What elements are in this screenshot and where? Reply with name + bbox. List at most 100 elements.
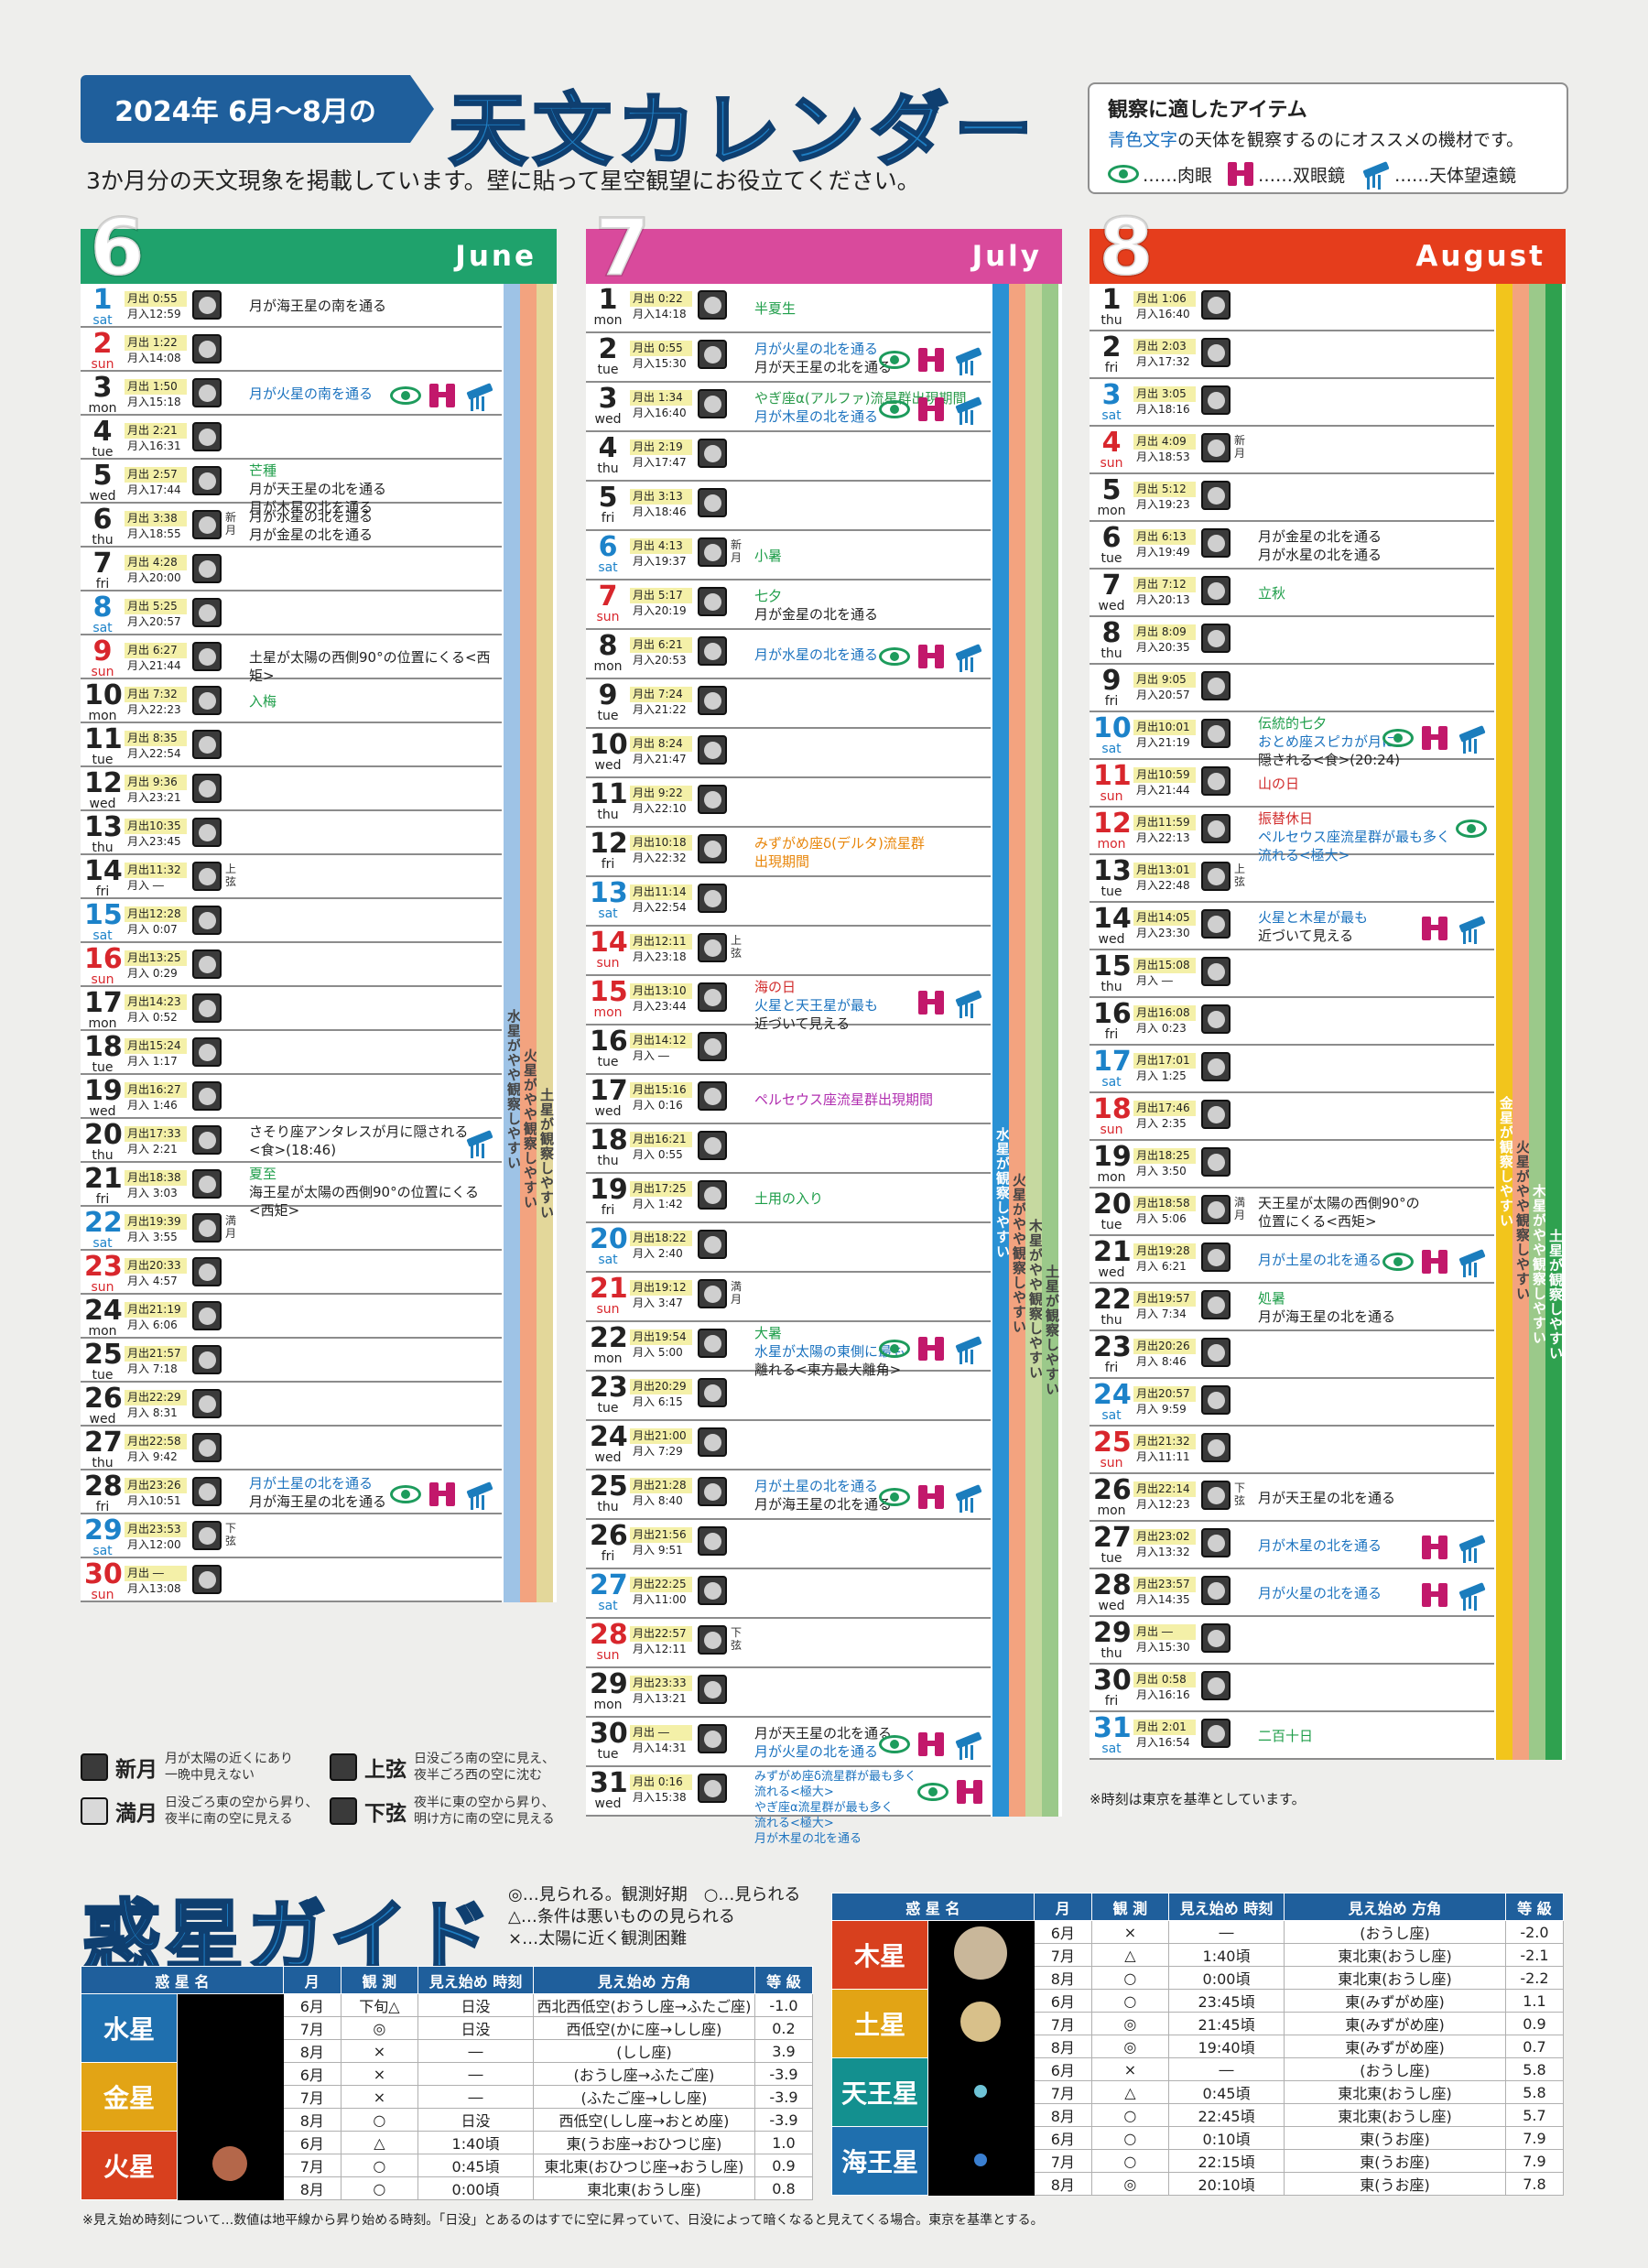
moon-phase-icon	[698, 686, 727, 715]
moon-phase-icon	[698, 982, 727, 1012]
day-weekday: tue	[1100, 884, 1122, 899]
moon-phase-label: 満月	[225, 1214, 237, 1240]
moon-times: 月出18:38 月入 3:03	[125, 1170, 187, 1201]
visibility-bar	[520, 284, 537, 1602]
day-row: 31 sat 月出 2:01 月入16:54 二百十日	[1090, 1712, 1494, 1760]
moon-phase-label: 満月	[731, 1280, 743, 1306]
day-date: 6 sat	[590, 533, 626, 574]
planet-cell: 東北東(おうし座)	[1284, 2080, 1506, 2104]
planet-image	[177, 2062, 284, 2132]
moon-times: 月出16:21 月入 0:55	[630, 1132, 692, 1163]
day-number: 9	[92, 635, 113, 667]
day-number: 26	[1093, 1474, 1132, 1506]
day-row: 28 wed 月出23:57 月入14:35 月が火星の北を通る	[1090, 1569, 1494, 1617]
day-row: 21 fri 月出18:38 月入 3:03 夏至 海王星が太陽の西側90°の位置にくる <…	[81, 1163, 502, 1219]
moon-phase-icon	[192, 642, 222, 671]
day-date: 25 tue	[84, 1340, 123, 1382]
event-line: やぎ座α流星群が最も多く	[754, 1801, 894, 1815]
planet-cell: ○	[340, 2176, 418, 2200]
moon-phase-icon	[1201, 624, 1231, 653]
day-date: 18 sun	[1093, 1095, 1132, 1136]
moonrise-time: 月出 5:17	[630, 588, 692, 603]
moon-phase-icon	[698, 1180, 727, 1210]
day-date: 7 wed	[1093, 571, 1130, 613]
planet-cell: 0:00頃	[417, 2176, 535, 2200]
moon-times: 月出21:56 月入 9:51	[630, 1527, 692, 1558]
day-events: みずがめ座δ(デルタ)流星群 出現期間	[754, 834, 925, 871]
eye-icon	[390, 1485, 421, 1503]
moonrise-time: 月出 5:25	[125, 599, 187, 614]
day-weekday: sat	[92, 1544, 113, 1558]
moonrise-time: 月出20:57	[1133, 1386, 1196, 1402]
moon-times: 月出 8:09 月入20:35	[1133, 624, 1196, 656]
day-events: 月が金星の北を通る 月が水星の北を通る	[1258, 527, 1382, 564]
moon-times: 月出13:01 月入22:48	[1133, 863, 1196, 894]
day-weekday: sat	[1101, 1075, 1122, 1090]
moon-phase-icon	[1201, 1147, 1231, 1177]
binoculars-icon	[917, 397, 945, 421]
day-row: 30 tue 月出 ― 月入14:31 月が天王星の北を通る 月が火星の北を通る	[586, 1718, 991, 1767]
planet-cell: -3.9	[754, 2062, 814, 2086]
moonrise-time: 月出15:08	[1133, 958, 1196, 973]
moonset-time: 月入 5:06	[1136, 1212, 1187, 1225]
day-weekday: wed	[594, 1104, 622, 1119]
day-date: 11 sun	[1093, 762, 1132, 803]
day-weekday: wed	[1098, 932, 1125, 947]
moonset-time: 月入23:18	[633, 950, 687, 963]
moon-times: 月出19:12 月入 3:47	[630, 1280, 692, 1311]
day-number: 4	[598, 432, 618, 464]
day-date: 2 tue	[590, 335, 626, 376]
moonrise-time: 月出 3:38	[125, 511, 187, 526]
planet-cell: 日没	[417, 2016, 535, 2040]
day-number: 26	[590, 1520, 628, 1552]
equipment-icons	[1421, 1534, 1487, 1561]
day-date: 13 sat	[590, 879, 628, 920]
moon-phase-icon	[698, 1279, 727, 1308]
telescope-icon	[952, 346, 983, 374]
moon-phase-icon	[1201, 481, 1231, 510]
day-weekday: thu	[92, 841, 114, 855]
day-date: 9 tue	[590, 681, 626, 722]
legend-first-quarter-label: 上弦	[364, 1758, 407, 1782]
planet-row: 土星 6月 ○ 23:45頃 東(みずがめ座) 1.1	[830, 1989, 1565, 2058]
day-date: 1 mon	[590, 286, 626, 327]
day-date: 15 mon	[590, 978, 628, 1019]
moon-times: 月出 5:12 月入19:23	[1133, 482, 1196, 513]
moonrise-time: 月出 1:22	[125, 335, 187, 351]
moon-phase-label: 上弦	[731, 934, 743, 960]
day-date: 26 wed	[84, 1384, 123, 1426]
day-date: 19 wed	[84, 1077, 123, 1118]
day-date: 21 fri	[84, 1165, 123, 1206]
legend-last-quarter-label: 下弦	[364, 1802, 407, 1826]
moon-phase-icon	[1201, 957, 1231, 986]
planet-cell: 0.7	[1504, 2035, 1565, 2058]
moonrise-time: 月出 0:58	[1133, 1672, 1196, 1687]
day-row: 12 fri 月出10:18 月入22:32 みずがめ座δ(デルタ)流星群 出現期間	[586, 828, 991, 877]
table-header-cell: 月	[282, 1966, 342, 1994]
day-date: 22 thu	[1093, 1286, 1132, 1328]
event-line: 月が天王星の北を通る	[1258, 1490, 1396, 1506]
items-legend-row: ……肉眼 ……双眼鏡 ……天体望遠鏡	[1108, 160, 1548, 188]
day-date: 27 tue	[1093, 1524, 1132, 1565]
day-number: 5	[598, 482, 618, 514]
day-row: 5 mon 月出 5:12 月入19:23	[1090, 474, 1494, 522]
event-line: みずがめ座δ(デルタ)流星群	[754, 835, 925, 852]
day-number: 17	[84, 987, 123, 1019]
planet-cell: 5.7	[1504, 2103, 1565, 2127]
planet-guide-key: ◎…見られる。観測好期 ○…見られる △…条件は悪いものの見られる ×…太陽に近…	[508, 1884, 800, 1950]
moonrise-time: 月出10:59	[1133, 767, 1196, 783]
day-date: 25 sun	[1093, 1428, 1132, 1470]
moon-times: 月出 0:58 月入16:16	[1133, 1672, 1196, 1703]
day-number: 25	[590, 1470, 628, 1503]
moon-times: 月出 1:34 月入16:40	[630, 390, 692, 421]
planet-cell: -3.9	[754, 2085, 814, 2109]
day-weekday: thu	[1100, 980, 1122, 994]
day-date: 15 thu	[1093, 952, 1132, 994]
day-weekday: sun	[91, 972, 114, 987]
planet-icon	[212, 2146, 248, 2181]
day-weekday: thu	[1100, 1313, 1122, 1328]
day-row: 22 mon 月出19:54 月入 5:00 大暑 水星が太陽の東側に最も 離れる<東方最大…	[586, 1322, 991, 1378]
moonset-time: 月入 2:35	[1136, 1117, 1187, 1130]
planet-name: 木星	[830, 1920, 929, 1990]
planet-cell: 8月	[282, 2176, 342, 2200]
